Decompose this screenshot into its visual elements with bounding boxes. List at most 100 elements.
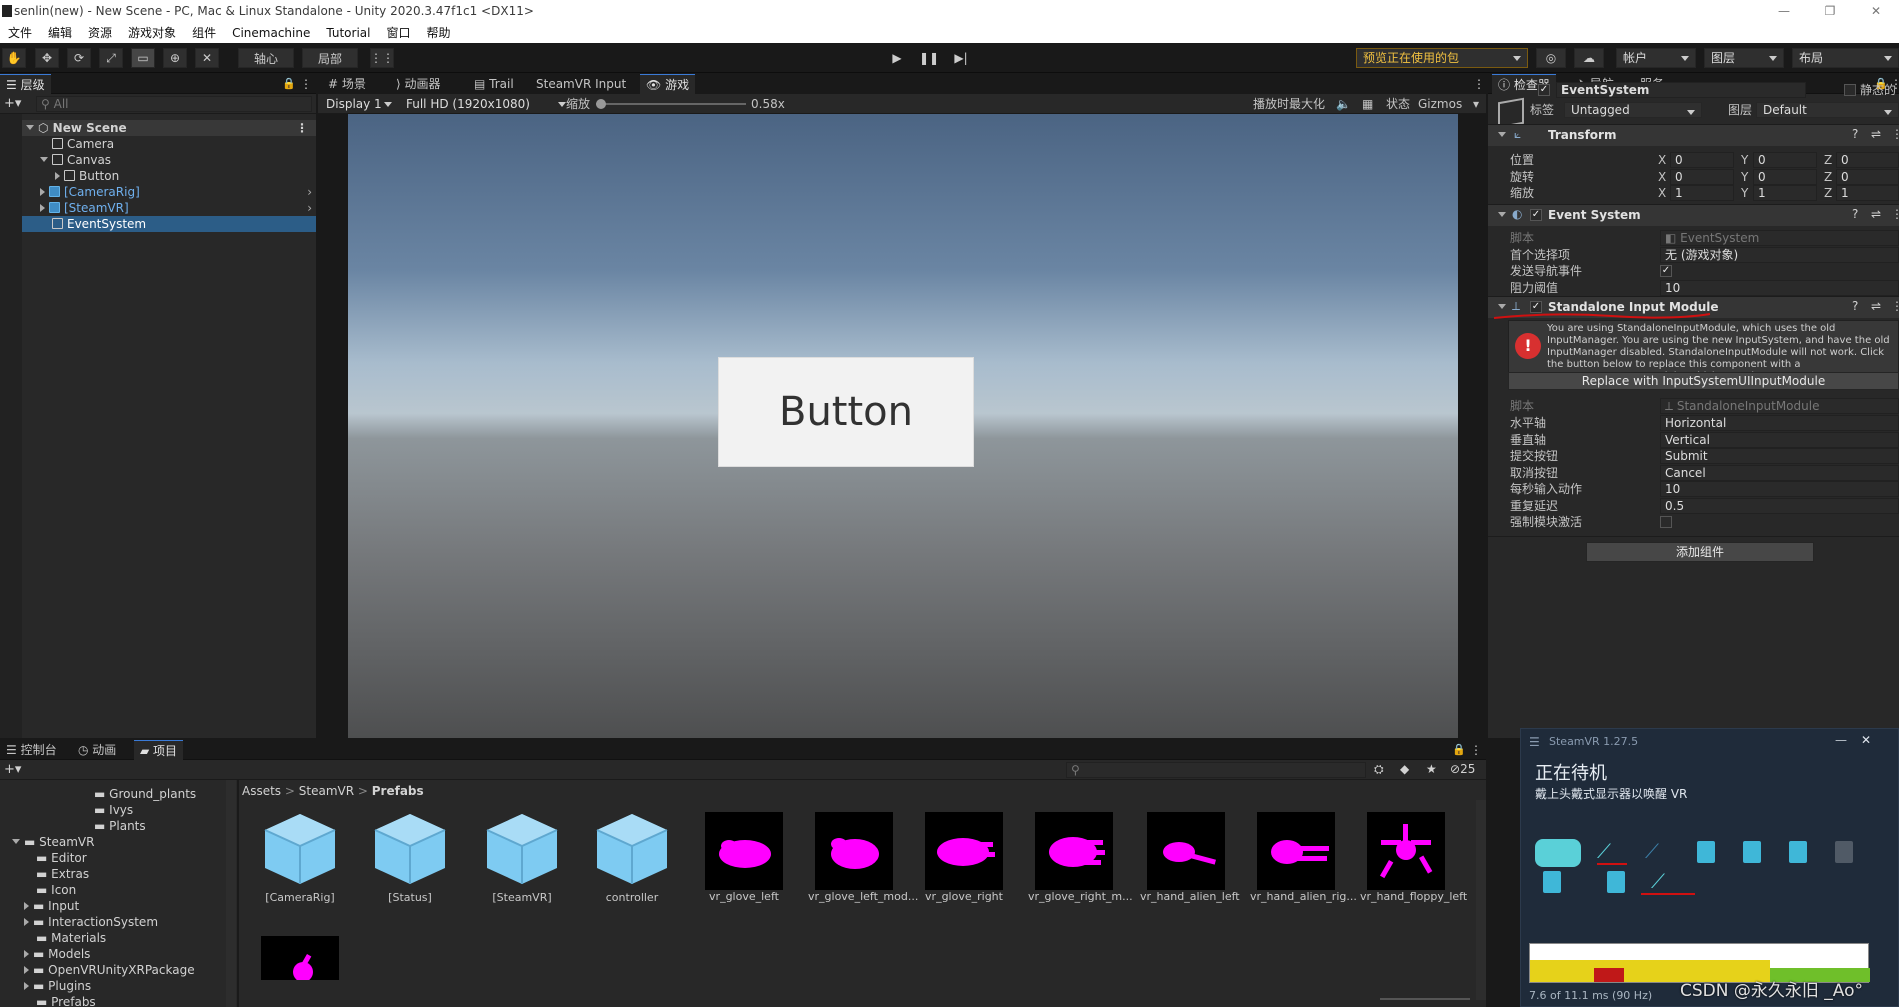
asset-vr-hand-floppy-left[interactable]: vr_hand_floppy_left <box>1360 812 1467 903</box>
help-icon[interactable]: ? <box>1852 207 1858 221</box>
folder-plugins[interactable]: ▬ Plugins <box>24 978 91 994</box>
move-tool-icon[interactable]: ✥ <box>35 48 59 68</box>
component-menu-icon[interactable]: ⋮ <box>1891 207 1899 221</box>
scene-row[interactable]: ⬡ New Scene ⋮ <box>0 120 316 136</box>
play-button[interactable]: ▶ <box>883 48 911 68</box>
preset-icon[interactable]: ⇌ <box>1871 299 1881 313</box>
position-y-field[interactable]: 0 <box>1753 152 1817 168</box>
hidden-packages-icon[interactable]: ⊘25 <box>1450 762 1475 776</box>
scale-z-field[interactable]: 1 <box>1836 185 1899 201</box>
component-menu-icon[interactable]: ⋮ <box>1891 127 1899 141</box>
lock-icon[interactable]: 🔒 <box>1452 743 1466 756</box>
force-module-active-checkbox[interactable] <box>1660 516 1672 528</box>
resolution-dropdown[interactable]: Full HD (1920x1080) <box>400 95 572 113</box>
custom-tool-icon[interactable]: ✕ <box>195 48 219 68</box>
hierarchy-item-camerarig[interactable]: [CameraRig] › <box>0 184 316 200</box>
asset-steamvr[interactable]: [SteamVR] <box>476 810 568 904</box>
folder-editor[interactable]: ▬ Editor <box>36 850 87 866</box>
scale-tool-icon[interactable]: ⤢ <box>99 48 123 68</box>
cancel-button-field[interactable]: Cancel <box>1660 465 1899 481</box>
asset-more-prefab[interactable] <box>254 936 346 982</box>
menu-edit[interactable]: 编辑 <box>40 24 80 41</box>
maximize-on-play-toggle[interactable]: 播放时最大化 <box>1253 96 1325 112</box>
vertical-axis-field[interactable]: Vertical <box>1660 432 1899 448</box>
tab-animation[interactable]: ◷ 动画 <box>72 740 122 760</box>
folder-prefabs[interactable]: ▬ Prefabs <box>36 994 96 1007</box>
folder-openvrunityxrpackage[interactable]: ▬ OpenVRUnityXRPackage <box>24 962 195 978</box>
kebab-menu-icon[interactable]: ⋮ <box>1470 743 1482 757</box>
hand-tool-icon[interactable]: ✋ <box>2 48 26 68</box>
kebab-menu-icon[interactable]: ⋮ <box>1473 77 1485 91</box>
favorite-icon[interactable]: ★ <box>1426 762 1437 776</box>
lock-icon[interactable]: 🔒 <box>282 77 296 90</box>
tab-console[interactable]: ☰ 控制台 <box>0 740 63 760</box>
rotation-y-field[interactable]: 0 <box>1753 169 1817 185</box>
help-icon[interactable]: ? <box>1852 127 1858 141</box>
position-z-field[interactable]: 0 <box>1836 152 1899 168</box>
preset-icon[interactable]: ⇌ <box>1871 127 1881 141</box>
layers-dropdown[interactable]: 图层 <box>1704 48 1784 68</box>
tab-trail[interactable]: ▤ Trail <box>468 74 520 94</box>
hierarchy-search-input[interactable]: ⚲ All <box>36 96 312 112</box>
component-menu-icon[interactable]: ⋮ <box>1891 299 1899 313</box>
mute-audio-icon[interactable]: 🔈 <box>1336 96 1351 112</box>
menu-component[interactable]: 组件 <box>184 24 224 41</box>
filter-type-icon[interactable]: ⛭ <box>1374 762 1384 777</box>
kebab-menu-icon[interactable]: ⋮ <box>300 77 312 91</box>
create-icon[interactable]: +▾ <box>4 762 21 777</box>
folder-icon-folder[interactable]: ▬ Icon <box>36 882 76 898</box>
breadcrumb-steamvr[interactable]: SteamVR <box>299 784 354 798</box>
add-component-button[interactable]: 添加组件 <box>1586 542 1814 562</box>
folder-extras[interactable]: ▬ Extras <box>36 866 89 882</box>
hierarchy-item-button[interactable]: Button <box>0 168 316 184</box>
asset-controller[interactable]: controller <box>586 810 678 904</box>
scale-slider-handle[interactable] <box>596 99 606 109</box>
tab-scene[interactable]: # 场景 <box>322 74 372 94</box>
asset-vr-hand-alien-left[interactable]: vr_hand_alien_left <box>1140 812 1240 903</box>
menu-gameobject[interactable]: 游戏对象 <box>120 24 184 41</box>
rotation-x-field[interactable]: 0 <box>1670 169 1734 185</box>
hamburger-menu-icon[interactable]: ☰ <box>1529 735 1540 749</box>
gizmos-toggle[interactable]: Gizmos <box>1418 96 1462 112</box>
ui-button[interactable]: Button <box>718 357 974 467</box>
rotation-z-field[interactable]: 0 <box>1836 169 1899 185</box>
game-viewport[interactable]: Button <box>348 114 1458 738</box>
pivot-toggle[interactable]: 轴心 <box>238 48 294 68</box>
chevron-right-icon[interactable]: › <box>307 184 312 200</box>
active-checkbox[interactable]: ✓ <box>1538 84 1550 96</box>
position-x-field[interactable]: 0 <box>1670 152 1734 168</box>
input-actions-per-second-field[interactable]: 10 <box>1660 481 1899 497</box>
scale-x-field[interactable]: 1 <box>1670 185 1734 201</box>
hierarchy-item-camera[interactable]: Camera <box>0 136 316 152</box>
layer-dropdown[interactable]: Default <box>1756 102 1899 118</box>
horizontal-axis-field[interactable]: Horizontal <box>1660 415 1899 431</box>
gizmos-dropdown-icon[interactable]: ▾ <box>1473 96 1479 112</box>
replace-input-module-button[interactable]: Replace with InputSystemUIInputModule <box>1508 372 1899 390</box>
maximize-button[interactable]: ❐ <box>1807 0 1853 22</box>
hierarchy-item-eventsystem[interactable]: EventSystem <box>0 216 316 232</box>
step-button[interactable]: ▶| <box>947 48 975 68</box>
folder-interactionsystem[interactable]: ▬ InteractionSystem <box>24 914 158 930</box>
asset-vr-hand-alien-right[interactable]: vr_hand_alien_rig... <box>1250 812 1357 903</box>
help-icon[interactable]: ? <box>1852 299 1858 313</box>
chevron-right-icon[interactable]: › <box>307 200 312 216</box>
menu-assets[interactable]: 资源 <box>80 24 120 41</box>
grid-snap-icon[interactable]: ⋮⋮ <box>370 48 394 68</box>
asset-camerarig[interactable]: [CameraRig] <box>254 810 346 904</box>
folder-ivys[interactable]: ▬ Ivys <box>94 802 133 818</box>
hierarchy-item-steamvr[interactable]: [SteamVR] › <box>0 200 316 216</box>
tab-animator[interactable]: ⟩ 动画器 <box>390 74 447 94</box>
rect-tool-icon[interactable]: ▭ <box>131 48 155 68</box>
add-icon[interactable]: +▾ <box>4 96 21 111</box>
assets-scrollbar[interactable] <box>1476 800 1486 1000</box>
tab-steamvr-input[interactable]: SteamVR Input <box>530 74 632 94</box>
menu-file[interactable]: 文件 <box>0 24 40 41</box>
send-navigation-checkbox[interactable]: ✓ <box>1660 265 1672 277</box>
thumbnail-size-slider[interactable] <box>1380 998 1470 1000</box>
menu-window[interactable]: 窗口 <box>378 24 418 41</box>
layout-dropdown[interactable]: 布局 <box>1792 48 1899 68</box>
submit-button-field[interactable]: Submit <box>1660 448 1899 464</box>
folder-models[interactable]: ▬ Models <box>24 946 90 962</box>
scale-slider-track[interactable] <box>596 103 746 105</box>
asset-vr-glove-right-model[interactable]: vr_glove_right_m... <box>1028 812 1133 903</box>
